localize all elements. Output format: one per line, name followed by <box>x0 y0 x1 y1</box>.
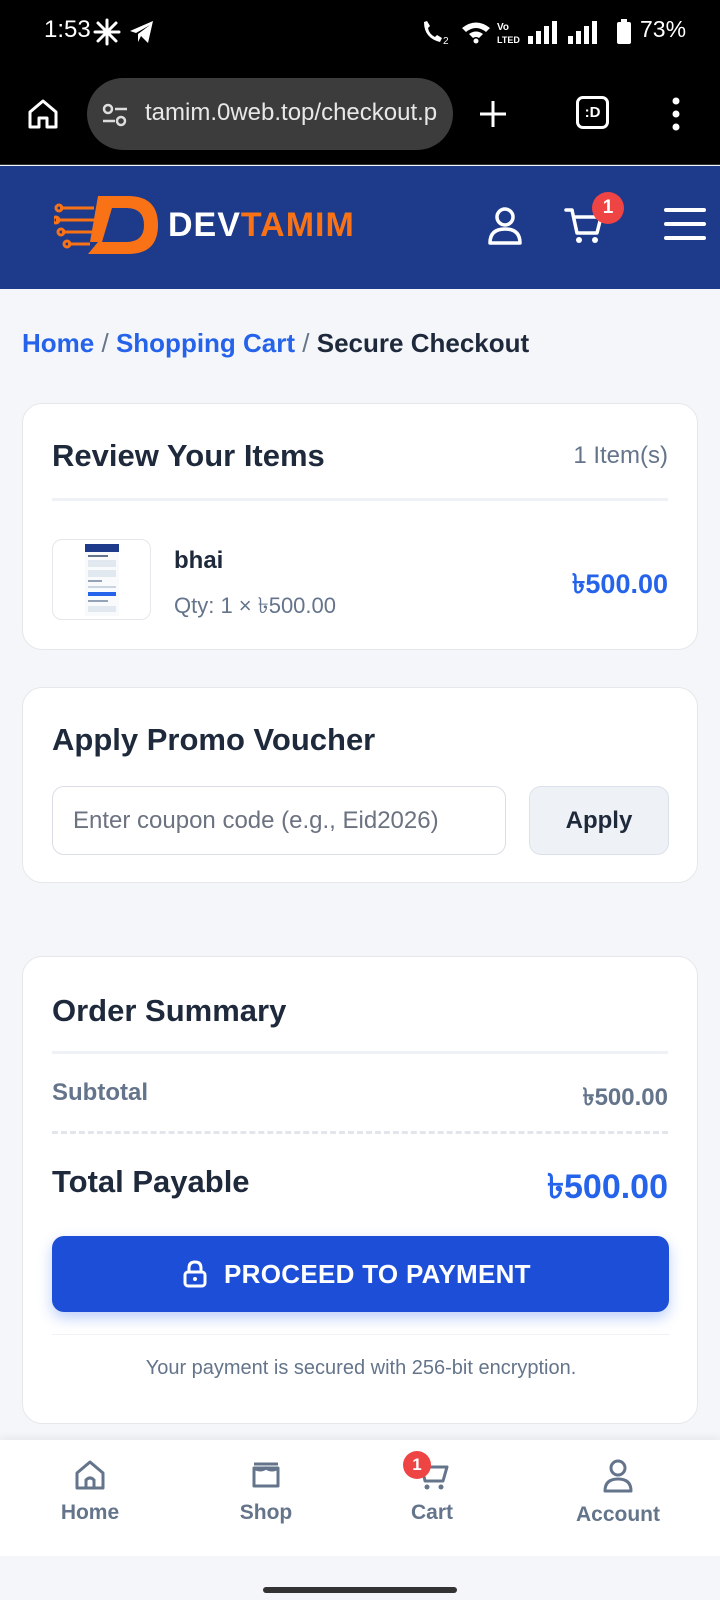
wifi-icon <box>460 20 492 49</box>
subtotal-label: Subtotal <box>52 1079 148 1106</box>
total-label: Total Payable <box>52 1164 250 1199</box>
user-icon <box>602 1459 634 1498</box>
cart-count-badge: 1 <box>592 192 624 224</box>
breadcrumb-cart[interactable]: Shopping Cart <box>116 328 295 358</box>
divider <box>52 1051 668 1054</box>
url-text[interactable]: tamim.0web.top/checkout.p <box>145 99 445 127</box>
dashed-divider <box>52 1131 668 1134</box>
svg-text:LTED: LTED <box>497 35 520 45</box>
nav-label: Home <box>60 1501 120 1524</box>
proceed-to-payment-button[interactable]: PROCEED TO PAYMENT <box>52 1236 669 1312</box>
nav-label: Account <box>576 1503 660 1526</box>
nav-home[interactable]: Home <box>48 1458 132 1525</box>
site-settings-icon[interactable] <box>101 102 129 133</box>
promo-title: Apply Promo Voucher <box>52 722 376 757</box>
breadcrumb: Home / Shopping Cart / Secure Checkout <box>22 328 529 359</box>
lock-icon <box>182 1260 208 1295</box>
review-items-card: Review Your Items 1 Item(s) bhai Qty: 1 … <box>22 403 698 650</box>
volte-icon: Vo LTED <box>496 18 522 51</box>
summary-title: Order Summary <box>52 993 287 1028</box>
user-icon[interactable] <box>487 206 523 251</box>
site-header: DEVTAMIM <box>0 166 720 289</box>
item-price: ৳500.00 <box>571 569 668 599</box>
breadcrumb-home[interactable]: Home <box>22 328 94 358</box>
subtotal-value: ৳500.00 <box>582 1084 668 1111</box>
pinwheel-icon <box>93 18 121 51</box>
home-icon <box>73 1460 107 1496</box>
security-note: Your payment is secured with 256-bit enc… <box>145 1357 577 1379</box>
battery-percent: 73% <box>640 16 687 42</box>
coupon-input[interactable] <box>52 786 506 855</box>
svg-text:Vo: Vo <box>497 22 509 33</box>
breadcrumb-current: Secure Checkout <box>316 328 530 358</box>
divider <box>52 1334 669 1335</box>
nav-account[interactable]: Account <box>568 1458 668 1527</box>
apply-coupon-button[interactable]: Apply <box>529 786 669 855</box>
gesture-area <box>0 1556 720 1600</box>
nav-shop[interactable]: Shop <box>224 1458 308 1525</box>
shop-icon <box>249 1462 283 1496</box>
nav-label: Cart <box>410 1501 453 1524</box>
signal-icon <box>566 20 598 49</box>
total-value: ৳500.00 <box>547 1168 668 1206</box>
gesture-handle[interactable] <box>263 1587 457 1593</box>
home-icon[interactable] <box>26 97 60 136</box>
logo-text[interactable]: DEVTAMIM <box>168 206 355 245</box>
battery-icon <box>616 19 632 50</box>
bottom-navigation: Home Shop Cart Account <box>0 1440 720 1556</box>
tab-switcher-icon[interactable]: :D <box>576 96 609 129</box>
item-count: 1 Item(s) <box>573 442 668 469</box>
promo-voucher-card: Apply Promo Voucher Apply <box>22 687 698 883</box>
payment-button-label: PROCEED TO PAYMENT <box>224 1259 531 1289</box>
wifi-calling-icon: 2 <box>420 18 452 51</box>
svg-text:2: 2 <box>443 36 449 46</box>
browser-toolbar: tamim.0web.top/checkout.p :D <box>0 64 720 165</box>
status-bar: 1:53 2 Vo LTED 73% <box>0 0 720 64</box>
more-menu-icon[interactable] <box>671 97 681 136</box>
logo-icon[interactable] <box>51 192 160 263</box>
logo-tamim: TAMIM <box>240 206 355 244</box>
order-summary-card: Order Summary Subtotal ৳500.00 Total Pay… <box>22 956 698 1424</box>
divider <box>52 498 668 501</box>
hamburger-menu-icon[interactable] <box>664 208 706 245</box>
product-thumbnail[interactable] <box>52 539 151 620</box>
status-time: 1:53 <box>44 16 91 43</box>
new-tab-icon[interactable] <box>477 98 509 135</box>
item-quantity: Qty: 1 × ৳500.00 <box>174 593 337 618</box>
address-bar[interactable]: tamim.0web.top/checkout.p <box>87 78 453 150</box>
telegram-icon <box>128 18 156 51</box>
breadcrumb-separator: / <box>101 328 109 358</box>
logo-dev: DEV <box>168 206 241 244</box>
item-name[interactable]: bhai <box>174 547 223 575</box>
cart-icon <box>414 1460 450 1496</box>
nav-cart-badge: 1 <box>403 1451 431 1479</box>
breadcrumb-separator: / <box>302 328 310 358</box>
review-title: Review Your Items <box>52 438 325 473</box>
signal-icon <box>526 20 558 49</box>
nav-label: Shop <box>239 1501 293 1524</box>
